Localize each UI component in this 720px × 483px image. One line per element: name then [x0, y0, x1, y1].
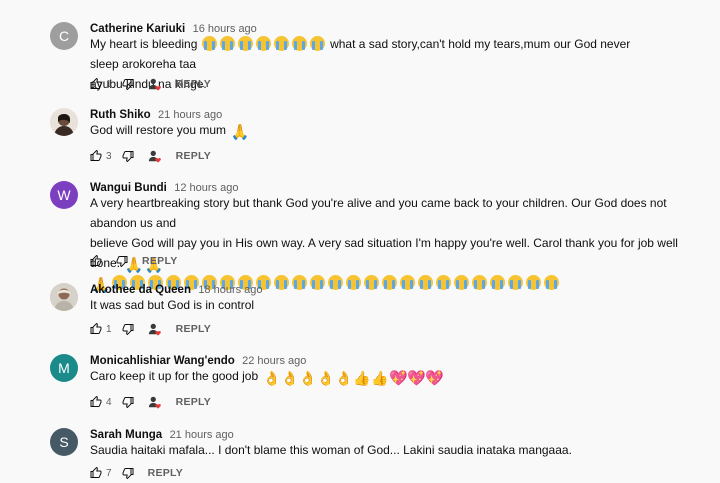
- like-count: 4: [106, 396, 112, 408]
- thumb-down-icon[interactable]: [116, 255, 128, 267]
- avatar[interactable]: [50, 283, 78, 311]
- comment-header: Akothee da Queen 18 hours ago: [90, 282, 263, 296]
- creator-heart-icon: [148, 77, 162, 91]
- loudly-crying-face-emoji: [202, 36, 218, 51]
- sparkling-heart-emoji: 💖: [388, 370, 408, 387]
- thumb-up-icon[interactable]: [90, 323, 102, 335]
- comment-text: Saudia haitaki mafala... I don't blame t…: [90, 440, 650, 460]
- thumb-down-icon[interactable]: [122, 323, 134, 335]
- loudly-crying-face-emoji: [417, 275, 433, 290]
- loudly-crying-face-emoji: [273, 275, 289, 290]
- loudly-crying-face-emoji: [309, 275, 325, 290]
- comment-text-part: Saudia haitaki mafala... I don't blame t…: [90, 443, 572, 457]
- reply-button[interactable]: REPLY: [142, 255, 178, 267]
- comment-text-part: God will restore you mum: [90, 123, 227, 137]
- comment-text-part: A very heartbreaking story but thank God…: [90, 196, 667, 230]
- like-count: 1: [106, 323, 112, 335]
- loudly-crying-face-emoji: [525, 275, 541, 290]
- ok-hand-emoji: 👌: [280, 370, 299, 386]
- reply-button[interactable]: REPLY: [148, 467, 184, 479]
- comments-section: C Catherine Kariuki 16 hours ago My hear…: [0, 0, 720, 483]
- comment-text-part: It was sad but God is in control: [90, 298, 255, 312]
- reply-button[interactable]: REPLY: [176, 150, 212, 162]
- loudly-crying-face-emoji: [399, 275, 415, 290]
- ok-hand-emoji: 👌: [334, 370, 353, 386]
- avatar[interactable]: W: [50, 181, 78, 209]
- reply-button[interactable]: REPLY: [176, 396, 212, 408]
- loudly-crying-face-emoji: [543, 275, 559, 290]
- like-count: 3: [106, 150, 112, 162]
- creator-heart-icon: [148, 322, 162, 336]
- avatar[interactable]: S: [50, 428, 78, 456]
- thumb-up-icon[interactable]: [90, 255, 102, 267]
- reply-button[interactable]: REPLY: [176, 323, 212, 335]
- comment-header: Catherine Kariuki 16 hours ago: [90, 21, 257, 35]
- loudly-crying-face-emoji: [507, 275, 523, 290]
- thumb-down-icon[interactable]: [122, 150, 134, 162]
- loudly-crying-face-emoji: [274, 36, 290, 51]
- comment-text-part: believe God will pay you in His own way.…: [90, 236, 678, 270]
- comment-actions: REPLY: [90, 253, 178, 269]
- comment-actions: 1 REPLY: [90, 76, 211, 92]
- ok-hand-emoji: 👌: [262, 370, 281, 386]
- sparkling-heart-emoji: 💖: [424, 370, 444, 387]
- loudly-crying-face-emoji: [381, 275, 397, 290]
- thumb-down-icon[interactable]: [122, 78, 134, 90]
- loudly-crying-face-emoji: [256, 36, 272, 51]
- loudly-crying-face-emoji: [363, 275, 379, 290]
- loudly-crying-face-emoji: [220, 36, 236, 51]
- thumb-down-icon[interactable]: [122, 396, 134, 408]
- comment-text: God will restore you mum 🙏: [90, 120, 650, 140]
- avatar[interactable]: [50, 108, 78, 136]
- comment-header: Sarah Munga 21 hours ago: [90, 427, 234, 441]
- comment-actions: 1 REPLY: [90, 321, 211, 337]
- comment-header: Monicahlishiar Wang'endo 22 hours ago: [90, 353, 306, 367]
- loudly-crying-face-emoji: [291, 275, 307, 290]
- ok-hand-emoji: 👌: [316, 370, 335, 386]
- avatar[interactable]: M: [50, 354, 78, 382]
- thumb-up-icon[interactable]: [90, 396, 102, 408]
- thumb-down-icon[interactable]: [122, 467, 134, 479]
- comment-actions: 3 REPLY: [90, 148, 211, 164]
- loudly-crying-face-emoji: [471, 275, 487, 290]
- thumb-up-icon[interactable]: [90, 150, 102, 162]
- avatar[interactable]: C: [50, 22, 78, 50]
- ok-hand-emoji: 👌: [298, 370, 317, 386]
- comment-actions: 4 REPLY: [90, 394, 211, 410]
- comment-text: It was sad but God is in control: [90, 295, 650, 315]
- loudly-crying-face-emoji: [327, 275, 343, 290]
- thumbs-up-emoji: 👍: [370, 370, 389, 386]
- creator-heart-icon: [148, 149, 162, 163]
- loudly-crying-face-emoji: [435, 275, 451, 290]
- loudly-crying-face-emoji: [310, 36, 326, 51]
- thumb-up-icon[interactable]: [90, 467, 102, 479]
- comment-text: A very heartbreaking story but thank God…: [90, 193, 690, 293]
- comment-text-part: Caro keep it up for the good job: [90, 369, 259, 383]
- thumbs-up-emoji: 👍: [352, 370, 371, 386]
- folded-hands-emoji: 🙏: [230, 124, 250, 141]
- comment-text-part: My heart is bleeding: [90, 37, 198, 51]
- loudly-crying-face-emoji: [453, 275, 469, 290]
- creator-heart-icon: [148, 395, 162, 409]
- sparkling-heart-emoji: 💖: [406, 370, 426, 387]
- like-count: 1: [106, 78, 112, 90]
- comment-header: Wangui Bundi 12 hours ago: [90, 180, 238, 194]
- loudly-crying-face-emoji: [292, 36, 308, 51]
- thumb-up-icon[interactable]: [90, 78, 102, 90]
- reply-button[interactable]: REPLY: [176, 78, 212, 90]
- loudly-crying-face-emoji: [238, 36, 254, 51]
- loudly-crying-face-emoji: [489, 275, 505, 290]
- loudly-crying-face-emoji: [345, 275, 361, 290]
- comment-text: Caro keep it up for the good job 👌👌👌👌👌👍👍…: [90, 366, 650, 386]
- comment-actions: 7 REPLY: [90, 465, 183, 481]
- comment-header: Ruth Shiko 21 hours ago: [90, 107, 222, 121]
- like-count: 7: [106, 467, 112, 479]
